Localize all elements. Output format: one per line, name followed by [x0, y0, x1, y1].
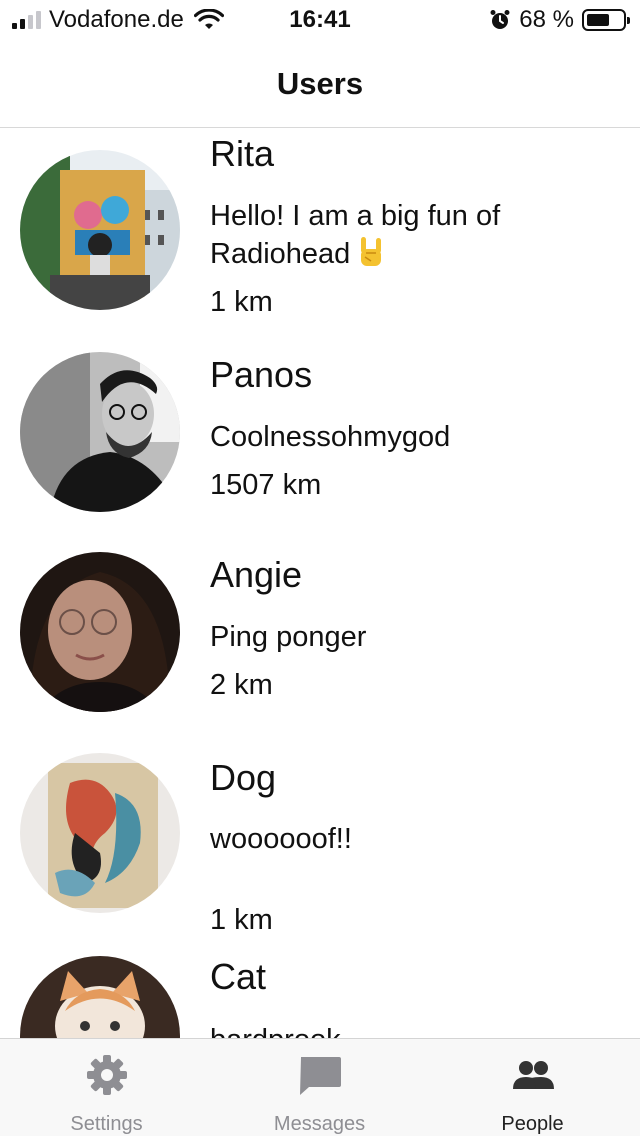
user-name: Rita [210, 133, 275, 174]
gear-icon [86, 1055, 127, 1095]
user-name: Cat [210, 956, 267, 997]
user-name: Panos [210, 354, 313, 395]
user-name: Dog [210, 757, 277, 798]
battery-percent: 68 % [519, 6, 574, 33]
user-distance: 1507 km [210, 469, 322, 501]
users-list[interactable]: Rita Hello! I am a big fun of Radiohead … [0, 129, 640, 1038]
user-row-rita[interactable]: Rita Hello! I am a big fun of Radiohead … [0, 129, 640, 329]
user-distance: 1 km [210, 286, 273, 318]
user-bio: Coolnessohmygod [210, 421, 451, 453]
battery-icon [582, 9, 630, 31]
user-distance: 2 km [210, 669, 273, 701]
user-row-panos[interactable]: Panos Coolnessohmygod 1507 km [0, 329, 640, 529]
tab-bar: Settings Messages People [0, 1038, 640, 1136]
nav-header: Users [0, 44, 640, 128]
user-row-angie[interactable]: Angie Ping ponger 2 km [0, 529, 640, 739]
tab-label: Messages [273, 1113, 366, 1135]
tab-label: Settings [70, 1113, 143, 1135]
tab-label: People [501, 1113, 564, 1135]
page-title: Users [276, 66, 364, 101]
user-bio: woooooof!! [210, 823, 352, 855]
avatar [20, 150, 180, 310]
status-right: 68 % [489, 6, 630, 34]
user-name: Angie [210, 554, 303, 595]
message-icon [299, 1057, 341, 1095]
avatar [20, 352, 180, 512]
tab-messages[interactable]: Messages [213, 1039, 426, 1137]
avatar [20, 956, 180, 1038]
user-distance: 1 km [210, 904, 273, 936]
status-bar: Vodafone.de 16:41 68 % [0, 0, 640, 44]
avatar [20, 753, 180, 913]
user-row-cat[interactable]: Cat bardprook [0, 956, 640, 1038]
user-row-dog[interactable]: Dog woooooof!! 1 km [0, 739, 640, 959]
user-bio: bardprook [210, 1021, 530, 1038]
people-icon [512, 1061, 554, 1089]
avatar [20, 552, 180, 712]
tab-people[interactable]: People [426, 1039, 639, 1137]
user-bio: Ping ponger [210, 621, 367, 653]
alarm-clock-icon [490, 10, 510, 29]
rock-on-hand-emoji-icon [361, 237, 382, 266]
user-bio: Hello! I am a big fun of Radiohead [210, 200, 501, 270]
tab-settings[interactable]: Settings [0, 1039, 213, 1137]
